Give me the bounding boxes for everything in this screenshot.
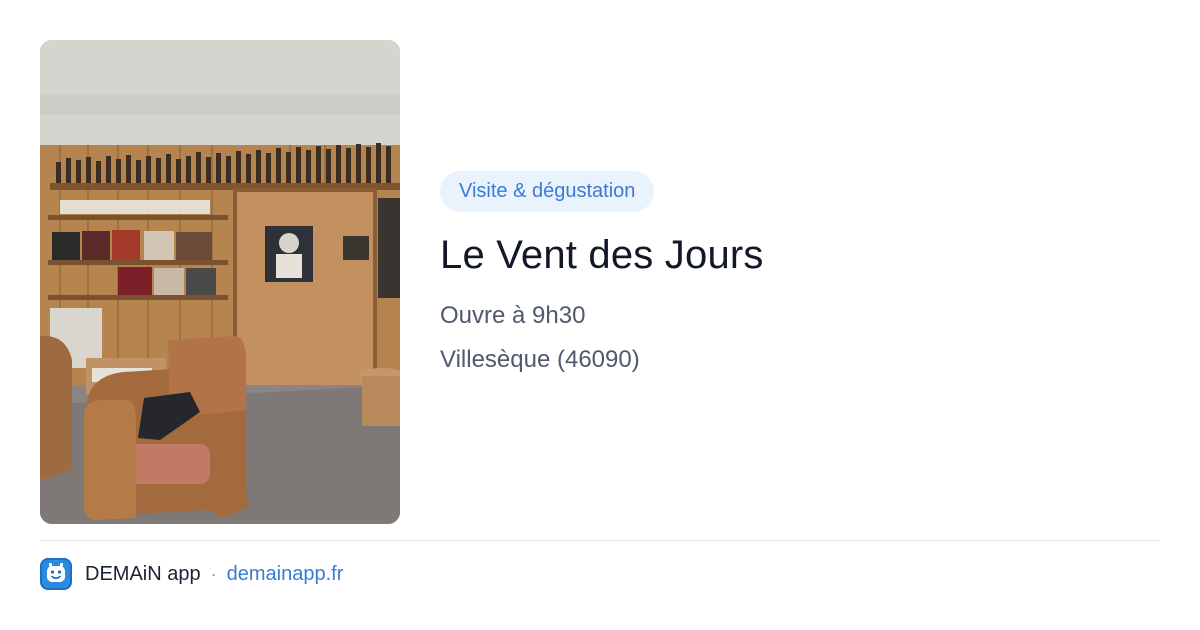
footer: DEMAiN app · demainapp.fr [40, 557, 343, 591]
place-title: Le Vent des Jours [440, 233, 764, 277]
site-link[interactable]: demainapp.fr [227, 563, 344, 586]
opening-hours: Ouvre à 9h30 [440, 302, 586, 329]
place-photo [40, 40, 400, 524]
brand-name: DEMAiN app [85, 562, 201, 585]
location: Villesèque (46090) [440, 346, 640, 373]
divider [40, 540, 1160, 541]
demain-app-icon [40, 558, 72, 590]
separator: · [210, 563, 217, 584]
category-tag: Visite & dégustation [440, 171, 655, 212]
place-info: Visite & dégustation Le Vent des Jours O… [440, 171, 1160, 375]
